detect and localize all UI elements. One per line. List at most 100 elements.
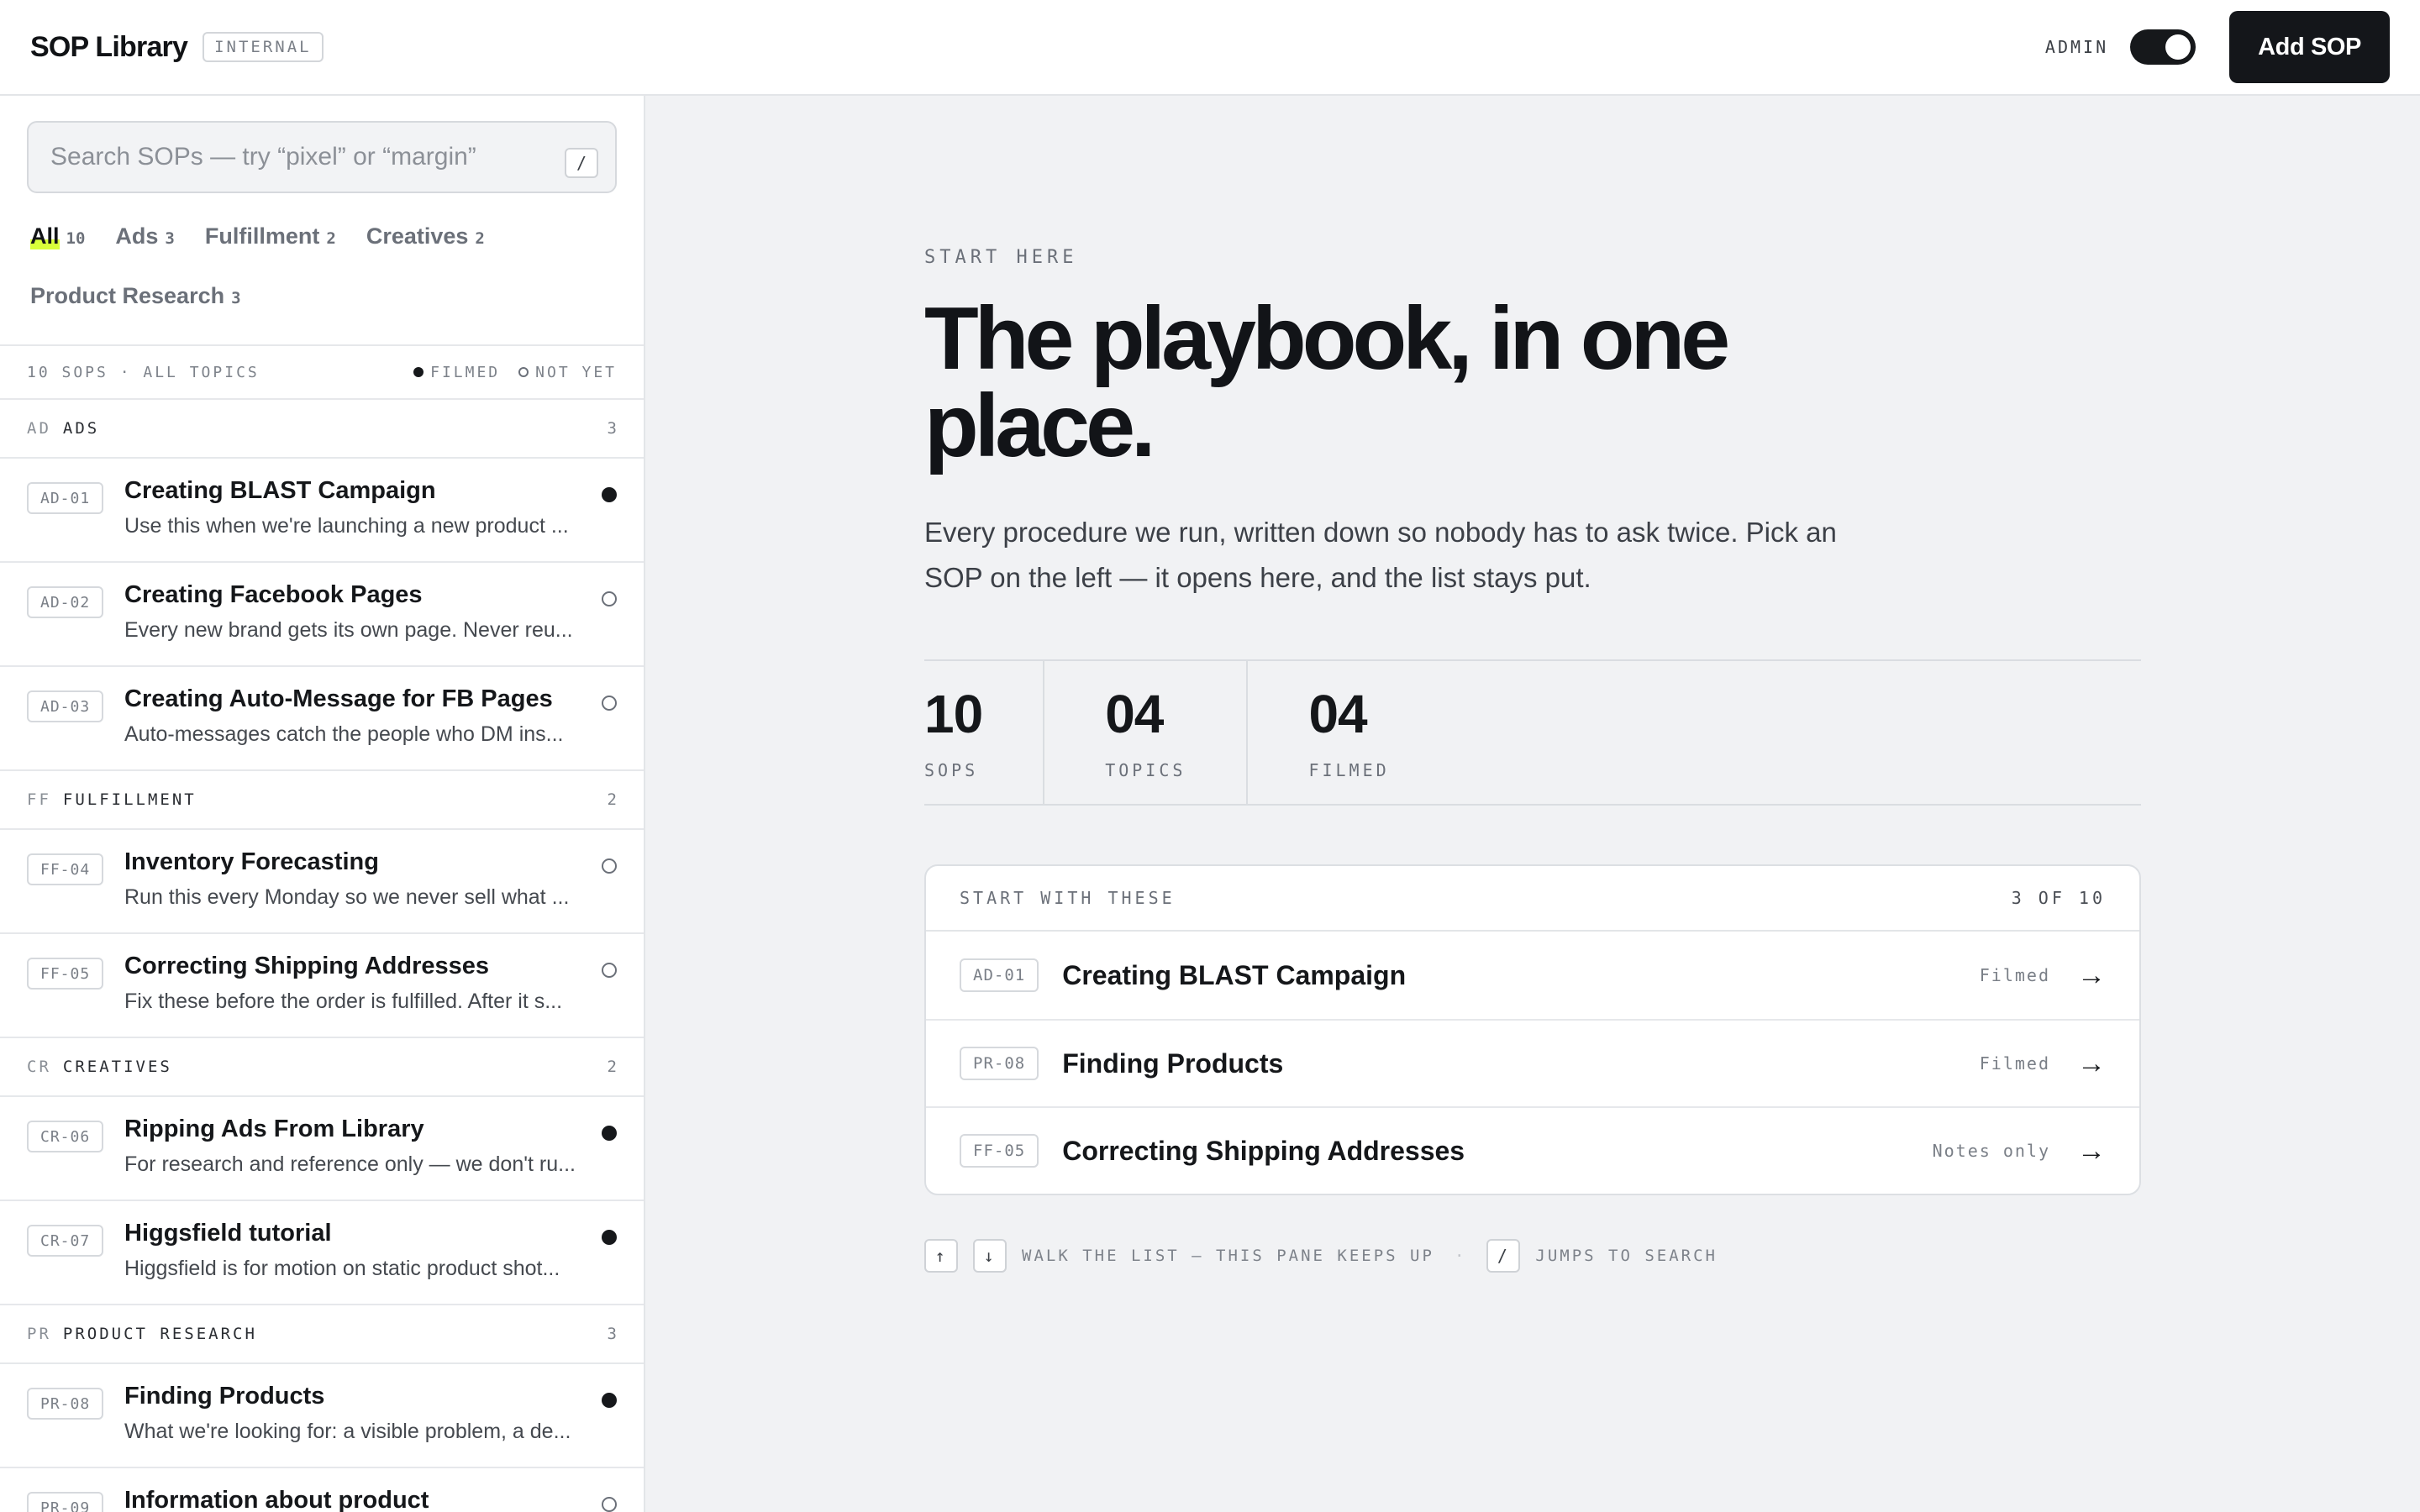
arrow-right-icon: → — [2077, 1047, 2106, 1079]
brand-logo[interactable]: SOP Library — [30, 31, 188, 64]
filter-creatives[interactable]: Creatives 2 — [366, 223, 485, 249]
admin-toggle[interactable] — [2130, 29, 2196, 65]
sop-list-item-pr-09[interactable]: PR-09 Information about product — [0, 1468, 644, 1512]
start-row-ff-05[interactable]: FF-05 Correcting Shipping Addresses Note… — [926, 1106, 2139, 1194]
group-header-product-research: PR PRODUCT RESEARCH 3 — [0, 1305, 644, 1364]
search-hint-text: JUMPS TO SEARCH — [1535, 1247, 1718, 1265]
sop-list-item-ad-03[interactable]: AD-03 Creating Auto-Message for FB Pages A… — [0, 667, 644, 771]
filter-count: 3 — [165, 229, 175, 248]
arrow-up-key-icon: ↑ — [924, 1239, 958, 1273]
filter-all[interactable]: All 10 — [30, 223, 85, 249]
not-yet-dot-icon — [602, 696, 617, 711]
group-header-fulfillment: FF FULFILLMENT 2 — [0, 771, 644, 830]
filter-label: Fulfillment — [204, 223, 320, 249]
start-row-ad-01[interactable]: AD-01 Creating BLAST Campaign Filmed → — [926, 932, 2139, 1019]
group-name: PRODUCT RESEARCH — [62, 1325, 257, 1343]
not-yet-dot-icon — [602, 591, 617, 606]
search-shortcut-key: / — [565, 148, 598, 178]
filter-count: 2 — [326, 229, 336, 248]
search-box: / — [27, 121, 617, 193]
stats-row: 10 SOPS 04 TOPICS 04 FILMED — [924, 659, 2141, 806]
filter-label: Creatives — [366, 223, 469, 249]
filter-count: 2 — [475, 229, 485, 248]
sop-list-item-cr-07[interactable]: CR-07 Higgsfield tutorial Higgsfield is fo… — [0, 1201, 644, 1305]
sop-code: AD-01 — [960, 958, 1039, 992]
sop-list: AD ADS 3 AD-01 Creating BLAST Campaign Use th… — [0, 400, 644, 1512]
arrow-right-icon: → — [2077, 1134, 2106, 1167]
sop-list-item-ff-04[interactable]: FF-04 Inventory Forecasting Run this every… — [0, 830, 644, 934]
sop-title: Correcting Shipping Addresses — [124, 953, 489, 979]
group-code: AD — [27, 419, 51, 438]
group-code: PR — [27, 1325, 51, 1343]
stat-label: SOPS — [924, 760, 979, 780]
sop-title: Creating Facebook Pages — [124, 581, 423, 608]
sop-status: Notes only — [1932, 1141, 2050, 1161]
sop-description: Every new brand gets its own page. Never… — [124, 618, 573, 642]
group-count: 2 — [607, 1058, 617, 1076]
group-header-ads: AD ADS 3 — [0, 400, 644, 459]
sop-title: Inventory Forecasting — [124, 848, 379, 875]
topbar-actions: ADMIN Add SOP — [2045, 11, 2390, 83]
stat-label: TOPICS — [1105, 760, 1186, 780]
group-header-creatives: CR CREATIVES 2 — [0, 1038, 644, 1097]
sop-description: Auto-messages catch the people who DM in… — [124, 722, 564, 746]
sop-title: Information about product — [124, 1487, 429, 1512]
group-code: CR — [27, 1058, 51, 1076]
group-name: CREATIVES — [62, 1058, 172, 1076]
not-yet-dot-icon — [602, 963, 617, 978]
group-count: 3 — [607, 1325, 617, 1343]
sop-list-item-pr-08[interactable]: PR-08 Finding Products What we're looking … — [0, 1364, 644, 1468]
filmed-dot-icon — [602, 1230, 617, 1245]
sop-code: CR-07 — [27, 1225, 104, 1257]
sop-status: Filmed — [1979, 1053, 2050, 1074]
sop-list-item-cr-06[interactable]: CR-06 Ripping Ads From Library For researc… — [0, 1097, 644, 1201]
sop-status: Filmed — [1979, 965, 2050, 985]
group-code: FF — [27, 790, 51, 809]
filter-fulfillment[interactable]: Fulfillment 2 — [205, 223, 336, 249]
topic-filters: All 10 Ads 3 Fulfillment 2 Creatives 2 P… — [0, 193, 644, 343]
sop-code: PR-09 — [27, 1492, 104, 1512]
filter-count: 10 — [66, 229, 86, 248]
filter-product-research[interactable]: Product Research 3 — [30, 283, 241, 309]
sop-title: Creating Auto-Message for FB Pages — [124, 685, 553, 712]
filter-label: All — [30, 223, 60, 249]
sop-code: FF-05 — [27, 958, 104, 990]
sop-code: FF-04 — [27, 853, 104, 885]
filter-label: Product Research — [30, 283, 225, 308]
sop-code: PR-08 — [960, 1047, 1039, 1080]
filter-count: 3 — [231, 289, 241, 307]
search-input[interactable] — [50, 143, 555, 171]
sop-title: Creating BLAST Campaign — [1062, 959, 1407, 990]
start-row-pr-08[interactable]: PR-08 Finding Products Filmed → — [926, 1019, 2139, 1106]
sop-description: What we're looking for: a visible proble… — [124, 1420, 571, 1443]
main-pane: START HERE The playbook, in one place. E… — [924, 96, 2143, 1273]
group-count: 2 — [607, 790, 617, 809]
sop-description: Run this every Monday so we never sell w… — [124, 885, 570, 909]
group-count: 3 — [607, 419, 617, 438]
stat-value: 10 — [924, 684, 983, 744]
not-yet-dot-icon — [602, 858, 617, 874]
stat-value: 04 — [1105, 684, 1164, 744]
slash-key-icon: / — [1486, 1239, 1521, 1273]
legend-filmed: FILMED — [413, 364, 500, 381]
sop-code: FF-05 — [960, 1134, 1039, 1168]
stat-topics: 04 TOPICS — [1043, 661, 1246, 804]
hint-separator: · — [1454, 1247, 1467, 1265]
filmed-dot-icon — [602, 487, 617, 502]
internal-tag: INTERNAL — [203, 32, 324, 62]
sop-code: AD-01 — [27, 482, 104, 514]
sop-sidebar: / All 10 Ads 3 Fulfillment 2 Creatives 2… — [0, 96, 645, 1512]
filter-ads[interactable]: Ads 3 — [115, 223, 174, 249]
walk-hint-text: WALK THE LIST — THIS PANE KEEPS UP — [1022, 1247, 1434, 1265]
sop-list-item-ad-02[interactable]: AD-02 Creating Facebook Pages Every new br… — [0, 563, 644, 667]
sop-code: AD-02 — [27, 586, 104, 618]
card-title: START WITH THESE — [960, 888, 1176, 908]
card-header: START WITH THESE 3 OF 10 — [926, 866, 2139, 932]
sop-title: Finding Products — [1062, 1047, 1284, 1079]
sop-list-item-ff-05[interactable]: FF-05 Correcting Shipping Addresses Fix th… — [0, 934, 644, 1038]
sop-list-item-ad-01[interactable]: AD-01 Creating BLAST Campaign Use this whe… — [0, 459, 644, 563]
add-sop-button[interactable]: Add SOP — [2229, 11, 2390, 83]
arrow-down-key-icon: ↓ — [973, 1239, 1007, 1273]
start-with-these-card: START WITH THESE 3 OF 10 AD-01 Creating … — [924, 864, 2141, 1195]
status-legend: FILMED NOT YET — [395, 364, 617, 381]
